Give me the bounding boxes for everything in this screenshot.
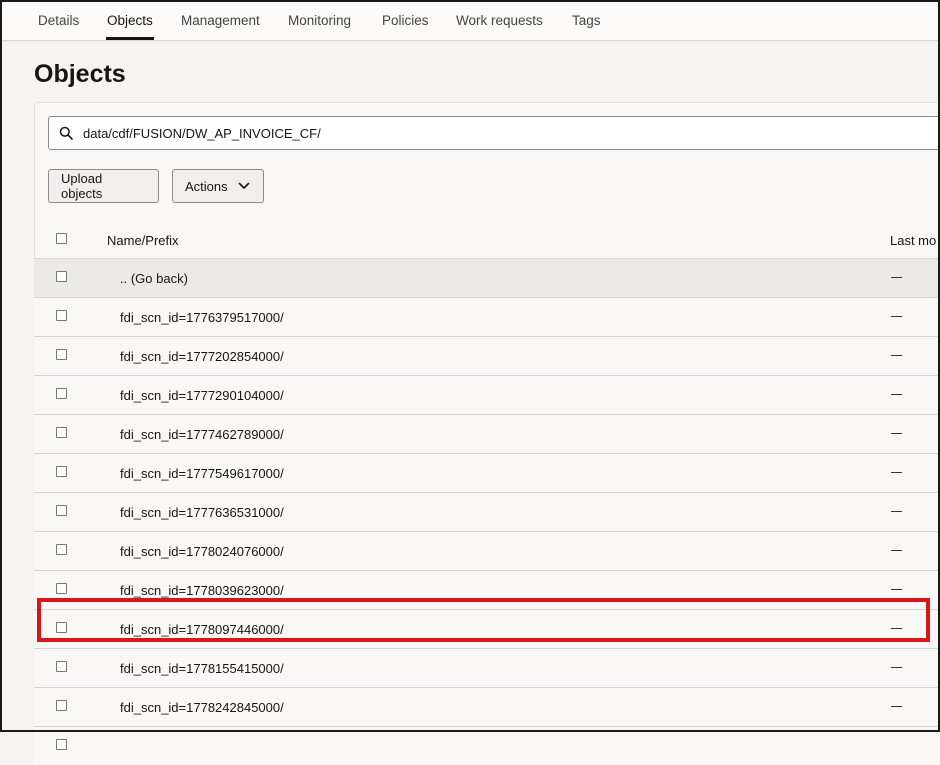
- actions-button[interactable]: Actions: [172, 169, 264, 203]
- table-row-highlighted[interactable]: fdi_scn_id=1778097446000/: [34, 609, 940, 648]
- last-modified-value: [891, 511, 902, 512]
- actions-label: Actions: [185, 178, 228, 194]
- row-checkbox[interactable]: [56, 739, 67, 750]
- table-row[interactable]: fdi_scn_id=1778024076000/: [34, 531, 940, 570]
- table-row[interactable]: fdi_scn_id=1777290104000/: [34, 375, 940, 414]
- chevron-down-icon: [238, 182, 249, 189]
- search-icon: [59, 126, 73, 140]
- table-header: Name/Prefix Last mo: [34, 222, 940, 258]
- table-row[interactable]: fdi_scn_id=1777202854000/: [34, 336, 940, 375]
- table-row[interactable]: .. (Go back): [34, 258, 940, 297]
- last-modified-value: [891, 472, 902, 473]
- table-row[interactable]: fdi_scn_id=1778039623000/: [34, 570, 940, 609]
- row-checkbox[interactable]: [56, 466, 67, 477]
- row-checkbox[interactable]: [56, 544, 67, 555]
- last-modified-value: [891, 394, 902, 395]
- last-modified-value: [891, 628, 902, 629]
- row-checkbox[interactable]: [56, 310, 67, 321]
- table-row[interactable]: fdi_scn_id=1778155415000/: [34, 648, 940, 687]
- search-box[interactable]: [48, 116, 940, 150]
- tab-work-requests[interactable]: Work requests: [456, 13, 543, 28]
- last-modified-value: [891, 589, 902, 590]
- row-checkbox[interactable]: [56, 349, 67, 360]
- page-title: Objects: [34, 60, 126, 88]
- row-checkbox[interactable]: [56, 271, 67, 282]
- search-input[interactable]: [83, 117, 923, 149]
- table-row[interactable]: fdi_scn_id=1776379517000/: [34, 297, 940, 336]
- tab-management[interactable]: Management: [181, 13, 260, 28]
- tab-bar: Details Objects Management Monitoring Po…: [0, 0, 940, 41]
- row-checkbox[interactable]: [56, 700, 67, 711]
- object-name[interactable]: fdi_scn_id=1778039623000/: [120, 583, 284, 598]
- tab-tags[interactable]: Tags: [572, 13, 601, 28]
- last-modified-value: [891, 355, 902, 356]
- table-row[interactable]: fdi_scn_id=1777549617000/: [34, 453, 940, 492]
- column-header-last-modified[interactable]: Last mo: [890, 233, 936, 248]
- column-header-name[interactable]: Name/Prefix: [107, 233, 179, 248]
- object-name[interactable]: .. (Go back): [120, 271, 188, 286]
- last-modified-value: [891, 550, 902, 551]
- last-modified-value: [891, 277, 902, 278]
- last-modified-value: [891, 706, 902, 707]
- row-checkbox[interactable]: [56, 661, 67, 672]
- row-checkbox[interactable]: [56, 388, 67, 399]
- table-row[interactable]: fdi_scn_id=1777462789000/: [34, 414, 940, 453]
- tab-monitoring[interactable]: Monitoring: [288, 13, 351, 28]
- table-row[interactable]: fdi_scn_id=1777636531000/: [34, 492, 940, 531]
- table-row[interactable]: fdi_scn_id=1778242845000/: [34, 687, 940, 726]
- object-name[interactable]: fdi_scn_id=1777549617000/: [120, 466, 284, 481]
- object-name[interactable]: fdi_scn_id=1777290104000/: [120, 388, 284, 403]
- row-checkbox[interactable]: [56, 583, 67, 594]
- tab-policies[interactable]: Policies: [382, 13, 429, 28]
- object-name[interactable]: fdi_scn_id=1778242845000/: [120, 700, 284, 715]
- upload-objects-label: Upload objects: [61, 171, 103, 201]
- object-name[interactable]: fdi_scn_id=1778155415000/: [120, 661, 284, 676]
- last-modified-value: [891, 316, 902, 317]
- object-name[interactable]: fdi_scn_id=1778097446000/: [120, 622, 284, 637]
- row-checkbox[interactable]: [56, 622, 67, 633]
- objects-table-body: .. (Go back) fdi_scn_id=1776379517000/ f…: [34, 258, 940, 765]
- select-all-checkbox[interactable]: [56, 233, 67, 244]
- object-name[interactable]: fdi_scn_id=1776379517000/: [120, 310, 284, 325]
- object-name[interactable]: fdi_scn_id=1778024076000/: [120, 544, 284, 559]
- object-name[interactable]: fdi_scn_id=1777462789000/: [120, 427, 284, 442]
- object-name[interactable]: fdi_scn_id=1777202854000/: [120, 349, 284, 364]
- object-name[interactable]: fdi_scn_id=1777636531000/: [120, 505, 284, 520]
- row-checkbox[interactable]: [56, 505, 67, 516]
- upload-objects-button[interactable]: Upload objects: [48, 169, 159, 203]
- tab-details[interactable]: Details: [38, 13, 79, 28]
- tab-objects[interactable]: Objects: [107, 13, 153, 28]
- active-tab-indicator: [106, 37, 154, 40]
- row-checkbox[interactable]: [56, 427, 67, 438]
- last-modified-value: [891, 667, 902, 668]
- last-modified-value: [891, 433, 902, 434]
